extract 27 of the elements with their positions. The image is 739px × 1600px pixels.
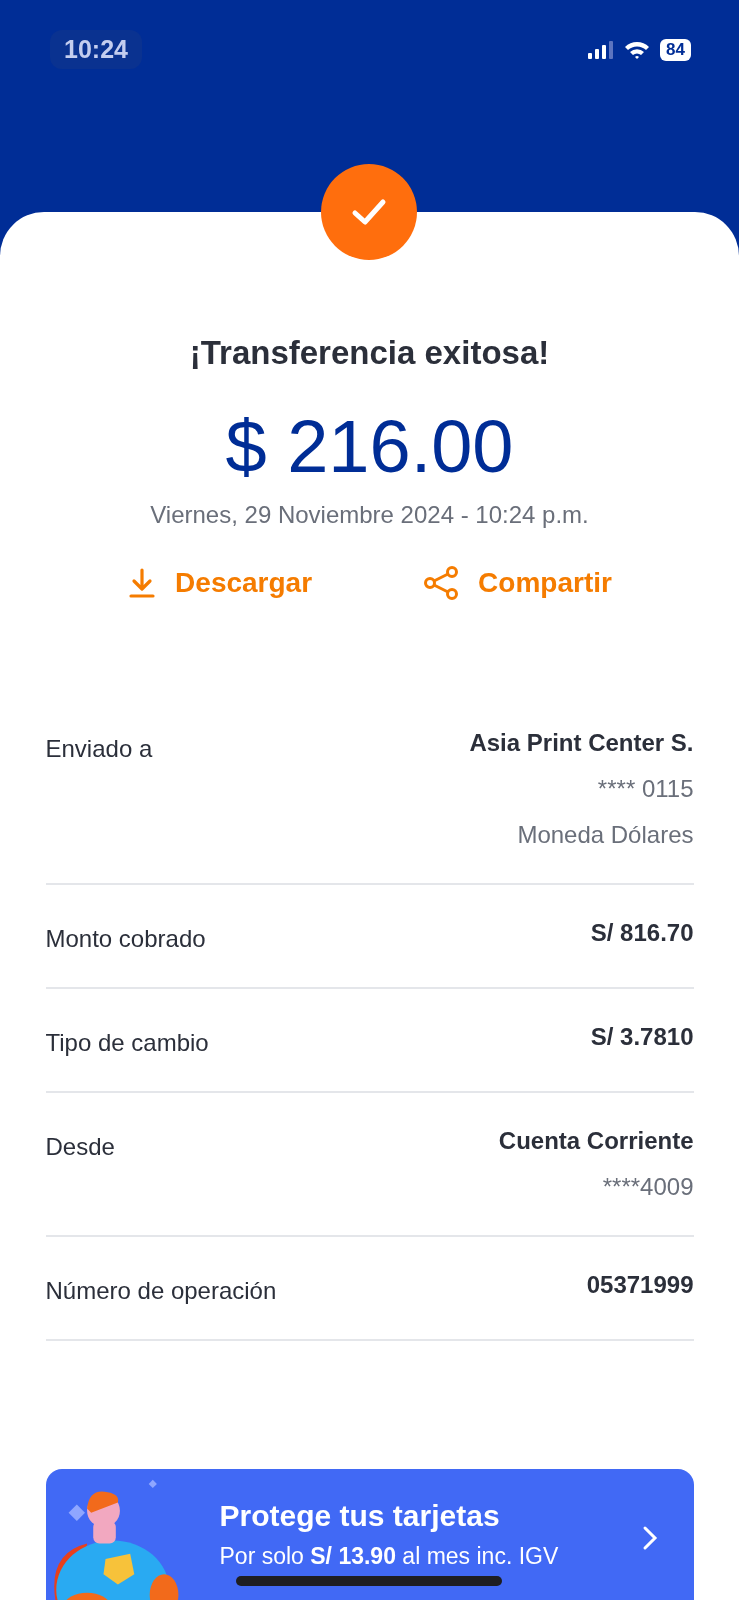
detail-value: ****4009 [602, 1173, 694, 1202]
share-button[interactable]: Compartir [422, 565, 612, 602]
banner-title: Protege tus tarjetas [219, 1499, 501, 1534]
detail-value: 05371999 [586, 1271, 694, 1300]
detail-value: Asia Print Center S. [469, 729, 694, 758]
signal-icon [588, 40, 615, 59]
clock-time: 10:24 [50, 30, 142, 69]
wifi-icon [624, 40, 651, 59]
detail-value: Moneda Dólares [517, 821, 694, 850]
detail-value: S/ 3.7810 [590, 1023, 694, 1052]
detail-label: Enviado a [45, 734, 153, 765]
detail-label: Número de operación [45, 1276, 277, 1306]
battery-icon: 84 [660, 38, 691, 61]
detail-label: Tipo de cambio [45, 1028, 209, 1058]
promo-banner[interactable]: Protege tus tarjetas Por solo S/ 13.90 al mes inc. IGV [45, 1469, 694, 1600]
detail-label: Monto cobrado [45, 924, 206, 954]
banner-subtitle: Por solo S/ 13.90 al mes inc. IGV [219, 1543, 560, 1571]
download-button[interactable]: Descargar [127, 565, 313, 602]
detail-value: S/ 816.70 [590, 919, 694, 948]
success-title: ¡Transferencia exitosa! [189, 334, 550, 372]
share-icon [422, 565, 461, 602]
detail-label: Desde [45, 1132, 115, 1163]
detail-value: **** 0115 [597, 775, 694, 804]
transfer-date: Viernes, 29 Noviembre 2024 - 10:24 p.m. [150, 501, 589, 530]
detail-value: Cuenta Corriente [498, 1127, 694, 1156]
transfer-amount: $ 216.00 [225, 406, 514, 488]
chevron-right-icon [641, 1525, 658, 1552]
